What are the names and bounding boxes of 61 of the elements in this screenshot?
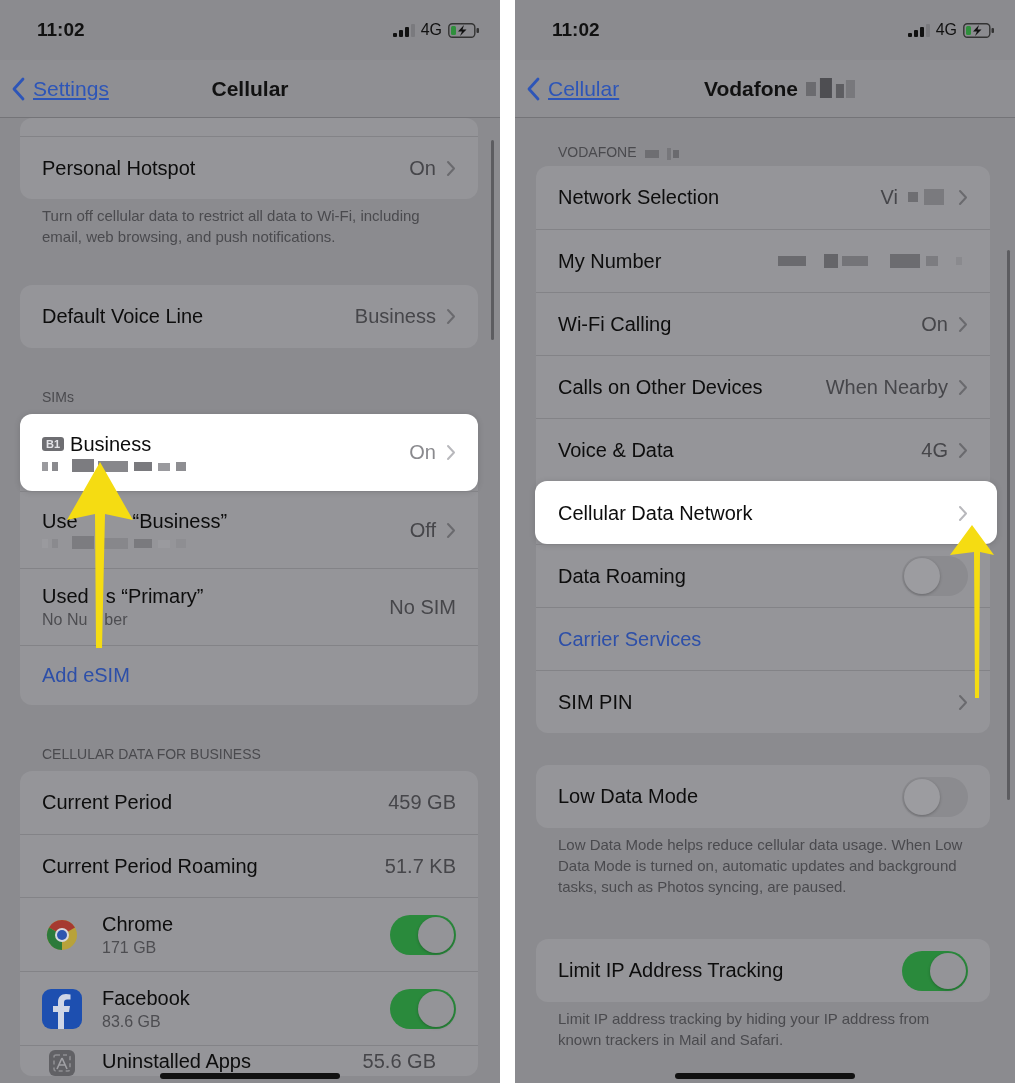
- row-value: No SIM: [389, 595, 456, 619]
- status-time: 11:02: [37, 19, 85, 41]
- screen-title: Vodafone: [703, 76, 799, 101]
- screen-title: Cellular: [211, 76, 289, 101]
- row-value: 51.7 KB: [384, 854, 456, 878]
- row-value: 55.6 GB: [362, 1050, 436, 1073]
- row-label: Cellular Data Network: [558, 501, 753, 525]
- row-value: Business: [354, 305, 436, 328]
- app-name: Chrome: [102, 912, 175, 936]
- row-label: Voice & Data: [558, 438, 674, 462]
- section-footer: Limit IP address tracking by hiding your IP address from known trackers in Mail and Safari.: [536, 1008, 990, 1060]
- section-header: SIMs: [42, 389, 74, 405]
- sim-badge: B1: [42, 437, 65, 451]
- app-name: Facebook: [102, 986, 191, 1010]
- settings-row[interactable]: Personal Hotspot On: [20, 136, 478, 199]
- row-label: Low Data Mode: [558, 785, 699, 808]
- row-value: On: [921, 312, 948, 336]
- section-header: VODAFONE: [558, 144, 637, 160]
- row-value: On: [409, 156, 436, 180]
- row-label: Used: [42, 585, 89, 608]
- settings-row[interactable]: B1 Business On: [20, 414, 478, 491]
- row-value: Off: [409, 518, 436, 542]
- settings-row[interactable]: Calls on Other Devices When Nearby: [536, 355, 990, 418]
- row-label: Current Period Roaming: [42, 854, 258, 878]
- row-label: Limit IP Address Tracking: [558, 959, 784, 982]
- settings-row[interactable]: Current Period 459 GB: [20, 771, 478, 834]
- row-value: Vi: [880, 186, 898, 209]
- row-label: SIM PIN: [558, 690, 633, 714]
- row-label: Business: [70, 432, 152, 456]
- settings-row[interactable]: Network Selection Vi: [536, 166, 990, 229]
- row-label: Wi-Fi Calling: [558, 312, 672, 336]
- row-label: Calls on Other Devices: [558, 375, 763, 399]
- row-label: Network Selection: [558, 186, 720, 209]
- row-value: On: [409, 441, 436, 464]
- row-detail: ber: [104, 611, 128, 629]
- settings-row[interactable]: Default Voice Line Business: [20, 285, 478, 348]
- row-label: Personal Hotspot: [42, 156, 196, 180]
- settings-row[interactable]: Cellular Data Network: [535, 481, 997, 544]
- row-label: Default Voice Line: [42, 305, 204, 328]
- section-footer: Low Data Mode helps reduce cellular data usage. When Low Data Mode is turned on, automatic updates and background tasks, such as Photos syncing, are paused.: [536, 834, 990, 907]
- settings-row[interactable]: Wi-Fi Calling On: [536, 292, 990, 355]
- row-label: My Number: [558, 249, 662, 273]
- app-name: Uninstalled Apps: [102, 1050, 252, 1073]
- section-header: CELLULAR DATA FOR BUSINESS: [42, 746, 261, 762]
- network-type: 4G: [420, 21, 442, 39]
- settings-row[interactable]: Current Period Roaming 51.7 KB: [20, 834, 478, 897]
- network-type: 4G: [935, 21, 957, 39]
- row-label: “Business”: [132, 510, 228, 533]
- row-value: 459 GB: [388, 791, 456, 814]
- row-label: s “Primary”: [105, 585, 204, 608]
- app-usage: 83.6 GB: [102, 1012, 162, 1031]
- row-label: Data Roaming: [558, 564, 686, 588]
- row-detail: No Nu: [42, 611, 88, 629]
- app-usage: 171 GB: [102, 938, 158, 957]
- row-value: When Nearby: [825, 375, 948, 399]
- row-label: Current Period: [42, 791, 173, 814]
- section-footer: Turn off cellular data to restrict all data to Wi-Fi, including email, web browsing, and push notifications.: [20, 205, 478, 257]
- row-value: 4G: [921, 438, 948, 462]
- status-time: 11:02: [552, 19, 600, 41]
- settings-row[interactable]: My Number: [536, 229, 990, 292]
- row-label: Use: [42, 510, 78, 533]
